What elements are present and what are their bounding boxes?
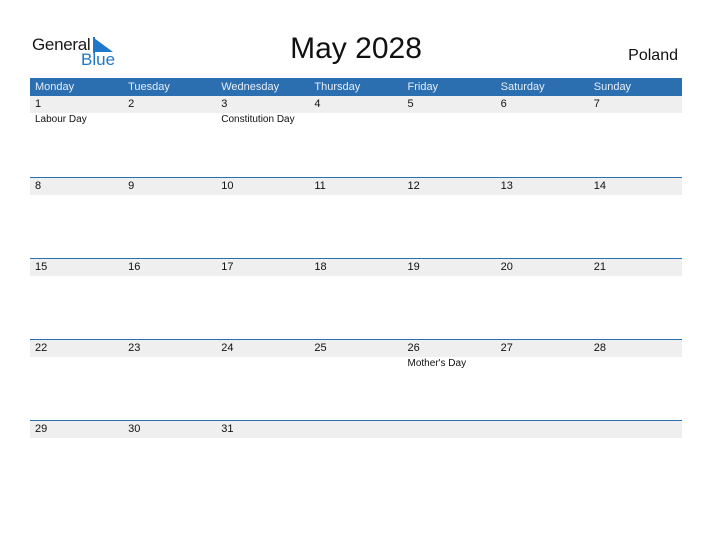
day-number: 4 (314, 98, 321, 110)
country-label: Poland (628, 47, 678, 64)
day-number (314, 421, 402, 438)
day-cell: 5 (403, 96, 496, 126)
day-number: 8 (35, 180, 42, 192)
day-number (408, 421, 496, 438)
day-cell: 10 (216, 178, 309, 195)
day-cell (496, 421, 589, 438)
day-cell: 17 (216, 259, 309, 276)
day-cell: 12 (403, 178, 496, 195)
day-cell: 26 Mother's Day (403, 340, 496, 370)
day-number: 9 (128, 180, 135, 192)
day-cell: 29 (30, 421, 123, 438)
day-number: 7 (593, 98, 600, 110)
day-cell: 28 (589, 340, 682, 370)
holiday-label: Constitution Day (221, 114, 295, 125)
day-number: 27 (500, 342, 513, 354)
day-number: 1 (35, 98, 42, 110)
weekday-saturday: Saturday (500, 81, 545, 93)
day-cell: 6 (496, 96, 589, 126)
day-number: 14 (593, 180, 606, 192)
day-cell: 20 (496, 259, 589, 276)
day-cell: 7 (589, 96, 682, 126)
day-number: 26 (407, 342, 420, 354)
day-number: 19 (407, 261, 420, 273)
day-number (594, 421, 682, 438)
day-cell: 18 (309, 259, 402, 276)
day-cell: 14 (589, 178, 682, 195)
weekday-header: Monday Tuesday Wednesday Thursday Friday Satu… (30, 78, 682, 96)
weeks-container: 1 Labour Day 2 3 Constitution Day 4 5 6 7 8 9 10 11 1… (30, 96, 682, 501)
day-number: 22 (35, 342, 48, 354)
day-number: 15 (35, 261, 48, 273)
weekday-tuesday: Tuesday (128, 81, 170, 93)
weekday-monday: Monday (35, 81, 75, 93)
day-number: 3 (221, 98, 228, 110)
day-cell: 25 (309, 340, 402, 370)
day-cell: 31 (216, 421, 309, 438)
day-cell: 13 (496, 178, 589, 195)
day-number: 6 (500, 98, 507, 110)
day-cell (403, 421, 496, 438)
day-number: 5 (407, 98, 414, 110)
day-number: 30 (128, 423, 141, 435)
day-cell: 3 Constitution Day (216, 96, 309, 126)
weekday-wednesday: Wednesday (221, 81, 280, 93)
weekday-sunday: Sunday (593, 81, 632, 93)
day-number: 12 (407, 180, 420, 192)
day-cell: 30 (123, 421, 216, 438)
day-cell: 8 (30, 178, 123, 195)
day-cell: 27 (496, 340, 589, 370)
calendar-grid: Monday Tuesday Wednesday Thursday Friday Satu… (30, 78, 682, 501)
day-number: 24 (221, 342, 234, 354)
day-number: 17 (221, 261, 234, 273)
week-row: 22 23 24 25 26 Mother's Day 27 28 (30, 339, 682, 420)
day-cell: 4 (309, 96, 402, 126)
day-number: 23 (128, 342, 141, 354)
day-number: 11 (314, 180, 326, 192)
day-number: 31 (221, 423, 234, 435)
day-cell: 22 (30, 340, 123, 370)
day-number: 13 (500, 180, 513, 192)
day-cell: 16 (123, 259, 216, 276)
calendar-title: May 2028 (290, 32, 422, 65)
week-row: 29 30 31 (30, 420, 682, 501)
day-number: 2 (128, 98, 135, 110)
day-number (501, 421, 589, 438)
week-row: 15 16 17 18 19 20 21 (30, 258, 682, 339)
day-number: 10 (221, 180, 234, 192)
day-cell (589, 421, 682, 438)
day-cell: 9 (123, 178, 216, 195)
day-cell: 1 Labour Day (30, 96, 123, 126)
holiday-label: Labour Day (35, 114, 87, 125)
day-cell: 21 (589, 259, 682, 276)
day-cell: 11 (309, 178, 402, 195)
day-cell: 24 (216, 340, 309, 370)
day-number: 21 (593, 261, 606, 273)
day-cell: 2 (123, 96, 216, 126)
day-number: 16 (128, 261, 141, 273)
day-cell: 19 (403, 259, 496, 276)
day-number: 29 (35, 423, 48, 435)
day-cell: 23 (123, 340, 216, 370)
week-row: 8 9 10 11 12 13 14 (30, 177, 682, 258)
day-number: 28 (593, 342, 606, 354)
holiday-label: Mother's Day (407, 358, 467, 369)
day-number: 20 (500, 261, 513, 273)
day-cell (309, 421, 402, 438)
weekday-thursday: Thursday (314, 81, 361, 93)
day-cell: 15 (30, 259, 123, 276)
weekday-friday: Friday (407, 81, 439, 93)
week-row: 1 Labour Day 2 3 Constitution Day 4 5 6 7 (30, 96, 682, 177)
day-number: 18 (314, 261, 327, 273)
day-number: 25 (314, 342, 327, 354)
